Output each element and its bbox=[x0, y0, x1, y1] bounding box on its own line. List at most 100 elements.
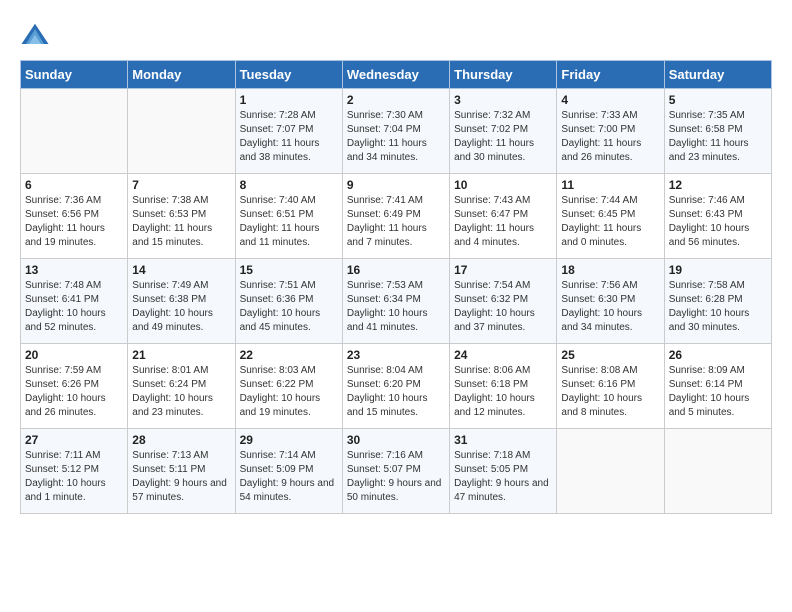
day-number: 16 bbox=[347, 263, 445, 277]
logo-icon bbox=[20, 20, 50, 50]
day-info: Sunrise: 7:18 AM Sunset: 5:05 PM Dayligh… bbox=[454, 449, 552, 505]
day-info: Sunrise: 7:41 AM Sunset: 6:49 PM Dayligh… bbox=[347, 194, 445, 250]
weekday-header-wednesday: Wednesday bbox=[342, 61, 449, 89]
day-info: Sunrise: 7:36 AM Sunset: 6:56 PM Dayligh… bbox=[25, 194, 123, 250]
calendar-cell: 17Sunrise: 7:54 AM Sunset: 6:32 PM Dayli… bbox=[450, 259, 557, 344]
day-info: Sunrise: 7:28 AM Sunset: 7:07 PM Dayligh… bbox=[240, 109, 338, 165]
day-info: Sunrise: 7:53 AM Sunset: 6:34 PM Dayligh… bbox=[347, 279, 445, 335]
calendar-week-row: 6 Sunrise: 7:36 AM Sunset: 6:56 PM Daylig… bbox=[21, 174, 772, 259]
day-number: 14 bbox=[132, 263, 230, 277]
calendar-cell: 28 Sunrise: 7:13 AM Sunset: 5:11 PM Dayli… bbox=[128, 429, 235, 514]
calendar-cell bbox=[21, 89, 128, 174]
calendar-cell bbox=[128, 89, 235, 174]
calendar-cell: 30 Sunrise: 7:16 AM Sunset: 5:07 PM Dayli… bbox=[342, 429, 449, 514]
day-info: Sunrise: 7:33 AM Sunset: 7:00 PM Dayligh… bbox=[561, 109, 659, 165]
day-info: Sunrise: 7:49 AM Sunset: 6:38 PM Dayligh… bbox=[132, 279, 230, 335]
calendar-cell: 29 Sunrise: 7:14 AM Sunset: 5:09 PM Dayli… bbox=[235, 429, 342, 514]
day-info: Sunrise: 7:46 AM Sunset: 6:43 PM Dayligh… bbox=[669, 194, 767, 250]
day-number: 31 bbox=[454, 433, 552, 447]
calendar-cell: 26 Sunrise: 8:09 AM Sunset: 6:14 PM Dayli… bbox=[664, 344, 771, 429]
calendar-cell: 6 Sunrise: 7:36 AM Sunset: 6:56 PM Daylig… bbox=[21, 174, 128, 259]
day-info: Sunrise: 7:16 AM Sunset: 5:07 PM Dayligh… bbox=[347, 449, 445, 505]
day-info: Sunrise: 7:38 AM Sunset: 6:53 PM Dayligh… bbox=[132, 194, 230, 250]
calendar-cell: 2 Sunrise: 7:30 AM Sunset: 7:04 PM Daylig… bbox=[342, 89, 449, 174]
day-info: Sunrise: 7:14 AM Sunset: 5:09 PM Dayligh… bbox=[240, 449, 338, 505]
day-number: 5 bbox=[669, 93, 767, 107]
calendar-cell bbox=[664, 429, 771, 514]
day-info: Sunrise: 7:30 AM Sunset: 7:04 PM Dayligh… bbox=[347, 109, 445, 165]
calendar-cell: 1 Sunrise: 7:28 AM Sunset: 7:07 PM Daylig… bbox=[235, 89, 342, 174]
calendar-cell: 22 Sunrise: 8:03 AM Sunset: 6:22 PM Dayli… bbox=[235, 344, 342, 429]
day-number: 23 bbox=[347, 348, 445, 362]
day-number: 4 bbox=[561, 93, 659, 107]
calendar-cell: 24Sunrise: 8:06 AM Sunset: 6:18 PM Dayli… bbox=[450, 344, 557, 429]
day-number: 30 bbox=[347, 433, 445, 447]
day-number: 17 bbox=[454, 263, 552, 277]
calendar-cell: 10Sunrise: 7:43 AM Sunset: 6:47 PM Dayli… bbox=[450, 174, 557, 259]
weekday-header-friday: Friday bbox=[557, 61, 664, 89]
calendar-cell: 27 Sunrise: 7:11 AM Sunset: 5:12 PM Dayli… bbox=[21, 429, 128, 514]
day-number: 21 bbox=[132, 348, 230, 362]
day-number: 6 bbox=[25, 178, 123, 192]
day-info: Sunrise: 7:48 AM Sunset: 6:41 PM Dayligh… bbox=[25, 279, 123, 335]
calendar-cell: 14 Sunrise: 7:49 AM Sunset: 6:38 PM Dayli… bbox=[128, 259, 235, 344]
day-number: 10 bbox=[454, 178, 552, 192]
day-number: 19 bbox=[669, 263, 767, 277]
calendar-cell: 25 Sunrise: 8:08 AM Sunset: 6:16 PM Dayli… bbox=[557, 344, 664, 429]
calendar-cell: 9 Sunrise: 7:41 AM Sunset: 6:49 PM Daylig… bbox=[342, 174, 449, 259]
day-info: Sunrise: 8:03 AM Sunset: 6:22 PM Dayligh… bbox=[240, 364, 338, 420]
calendar-cell: 5 Sunrise: 7:35 AM Sunset: 6:58 PM Daylig… bbox=[664, 89, 771, 174]
day-info: Sunrise: 7:58 AM Sunset: 6:28 PM Dayligh… bbox=[669, 279, 767, 335]
calendar-cell: 12 Sunrise: 7:46 AM Sunset: 6:43 PM Dayli… bbox=[664, 174, 771, 259]
calendar-table: SundayMondayTuesdayWednesdayThursdayFrid… bbox=[20, 60, 772, 514]
weekday-header-thursday: Thursday bbox=[450, 61, 557, 89]
day-number: 27 bbox=[25, 433, 123, 447]
day-info: Sunrise: 7:35 AM Sunset: 6:58 PM Dayligh… bbox=[669, 109, 767, 165]
day-number: 15 bbox=[240, 263, 338, 277]
day-number: 1 bbox=[240, 93, 338, 107]
day-info: Sunrise: 8:09 AM Sunset: 6:14 PM Dayligh… bbox=[669, 364, 767, 420]
day-info: Sunrise: 7:51 AM Sunset: 6:36 PM Dayligh… bbox=[240, 279, 338, 335]
page-header bbox=[20, 20, 772, 50]
weekday-header-sunday: Sunday bbox=[21, 61, 128, 89]
calendar-cell: 15 Sunrise: 7:51 AM Sunset: 6:36 PM Dayli… bbox=[235, 259, 342, 344]
weekday-header-saturday: Saturday bbox=[664, 61, 771, 89]
day-number: 2 bbox=[347, 93, 445, 107]
day-info: Sunrise: 7:44 AM Sunset: 6:45 PM Dayligh… bbox=[561, 194, 659, 250]
calendar-cell bbox=[557, 429, 664, 514]
calendar-week-row: 27 Sunrise: 7:11 AM Sunset: 5:12 PM Dayli… bbox=[21, 429, 772, 514]
day-info: Sunrise: 7:13 AM Sunset: 5:11 PM Dayligh… bbox=[132, 449, 230, 505]
calendar-cell: 11 Sunrise: 7:44 AM Sunset: 6:45 PM Dayli… bbox=[557, 174, 664, 259]
calendar-week-row: 20 Sunrise: 7:59 AM Sunset: 6:26 PM Dayli… bbox=[21, 344, 772, 429]
day-number: 26 bbox=[669, 348, 767, 362]
day-info: Sunrise: 7:11 AM Sunset: 5:12 PM Dayligh… bbox=[25, 449, 123, 505]
day-number: 20 bbox=[25, 348, 123, 362]
day-info: Sunrise: 8:01 AM Sunset: 6:24 PM Dayligh… bbox=[132, 364, 230, 420]
day-number: 11 bbox=[561, 178, 659, 192]
calendar-week-row: 13Sunrise: 7:48 AM Sunset: 6:41 PM Dayli… bbox=[21, 259, 772, 344]
calendar-cell: 16 Sunrise: 7:53 AM Sunset: 6:34 PM Dayli… bbox=[342, 259, 449, 344]
day-info: Sunrise: 7:32 AM Sunset: 7:02 PM Dayligh… bbox=[454, 109, 552, 165]
calendar-cell: 4 Sunrise: 7:33 AM Sunset: 7:00 PM Daylig… bbox=[557, 89, 664, 174]
day-number: 22 bbox=[240, 348, 338, 362]
day-number: 12 bbox=[669, 178, 767, 192]
day-number: 28 bbox=[132, 433, 230, 447]
day-number: 8 bbox=[240, 178, 338, 192]
calendar-cell: 20 Sunrise: 7:59 AM Sunset: 6:26 PM Dayli… bbox=[21, 344, 128, 429]
day-info: Sunrise: 8:08 AM Sunset: 6:16 PM Dayligh… bbox=[561, 364, 659, 420]
day-number: 29 bbox=[240, 433, 338, 447]
calendar-cell: 7 Sunrise: 7:38 AM Sunset: 6:53 PM Daylig… bbox=[128, 174, 235, 259]
day-info: Sunrise: 7:59 AM Sunset: 6:26 PM Dayligh… bbox=[25, 364, 123, 420]
day-number: 7 bbox=[132, 178, 230, 192]
day-number: 9 bbox=[347, 178, 445, 192]
calendar-cell: 23Sunrise: 8:04 AM Sunset: 6:20 PM Dayli… bbox=[342, 344, 449, 429]
logo bbox=[20, 20, 54, 50]
day-number: 24 bbox=[454, 348, 552, 362]
weekday-header-row: SundayMondayTuesdayWednesdayThursdayFrid… bbox=[21, 61, 772, 89]
day-number: 3 bbox=[454, 93, 552, 107]
calendar-cell: 13Sunrise: 7:48 AM Sunset: 6:41 PM Dayli… bbox=[21, 259, 128, 344]
day-number: 25 bbox=[561, 348, 659, 362]
day-info: Sunrise: 7:40 AM Sunset: 6:51 PM Dayligh… bbox=[240, 194, 338, 250]
calendar-cell: 18Sunrise: 7:56 AM Sunset: 6:30 PM Dayli… bbox=[557, 259, 664, 344]
calendar-week-row: 1 Sunrise: 7:28 AM Sunset: 7:07 PM Daylig… bbox=[21, 89, 772, 174]
